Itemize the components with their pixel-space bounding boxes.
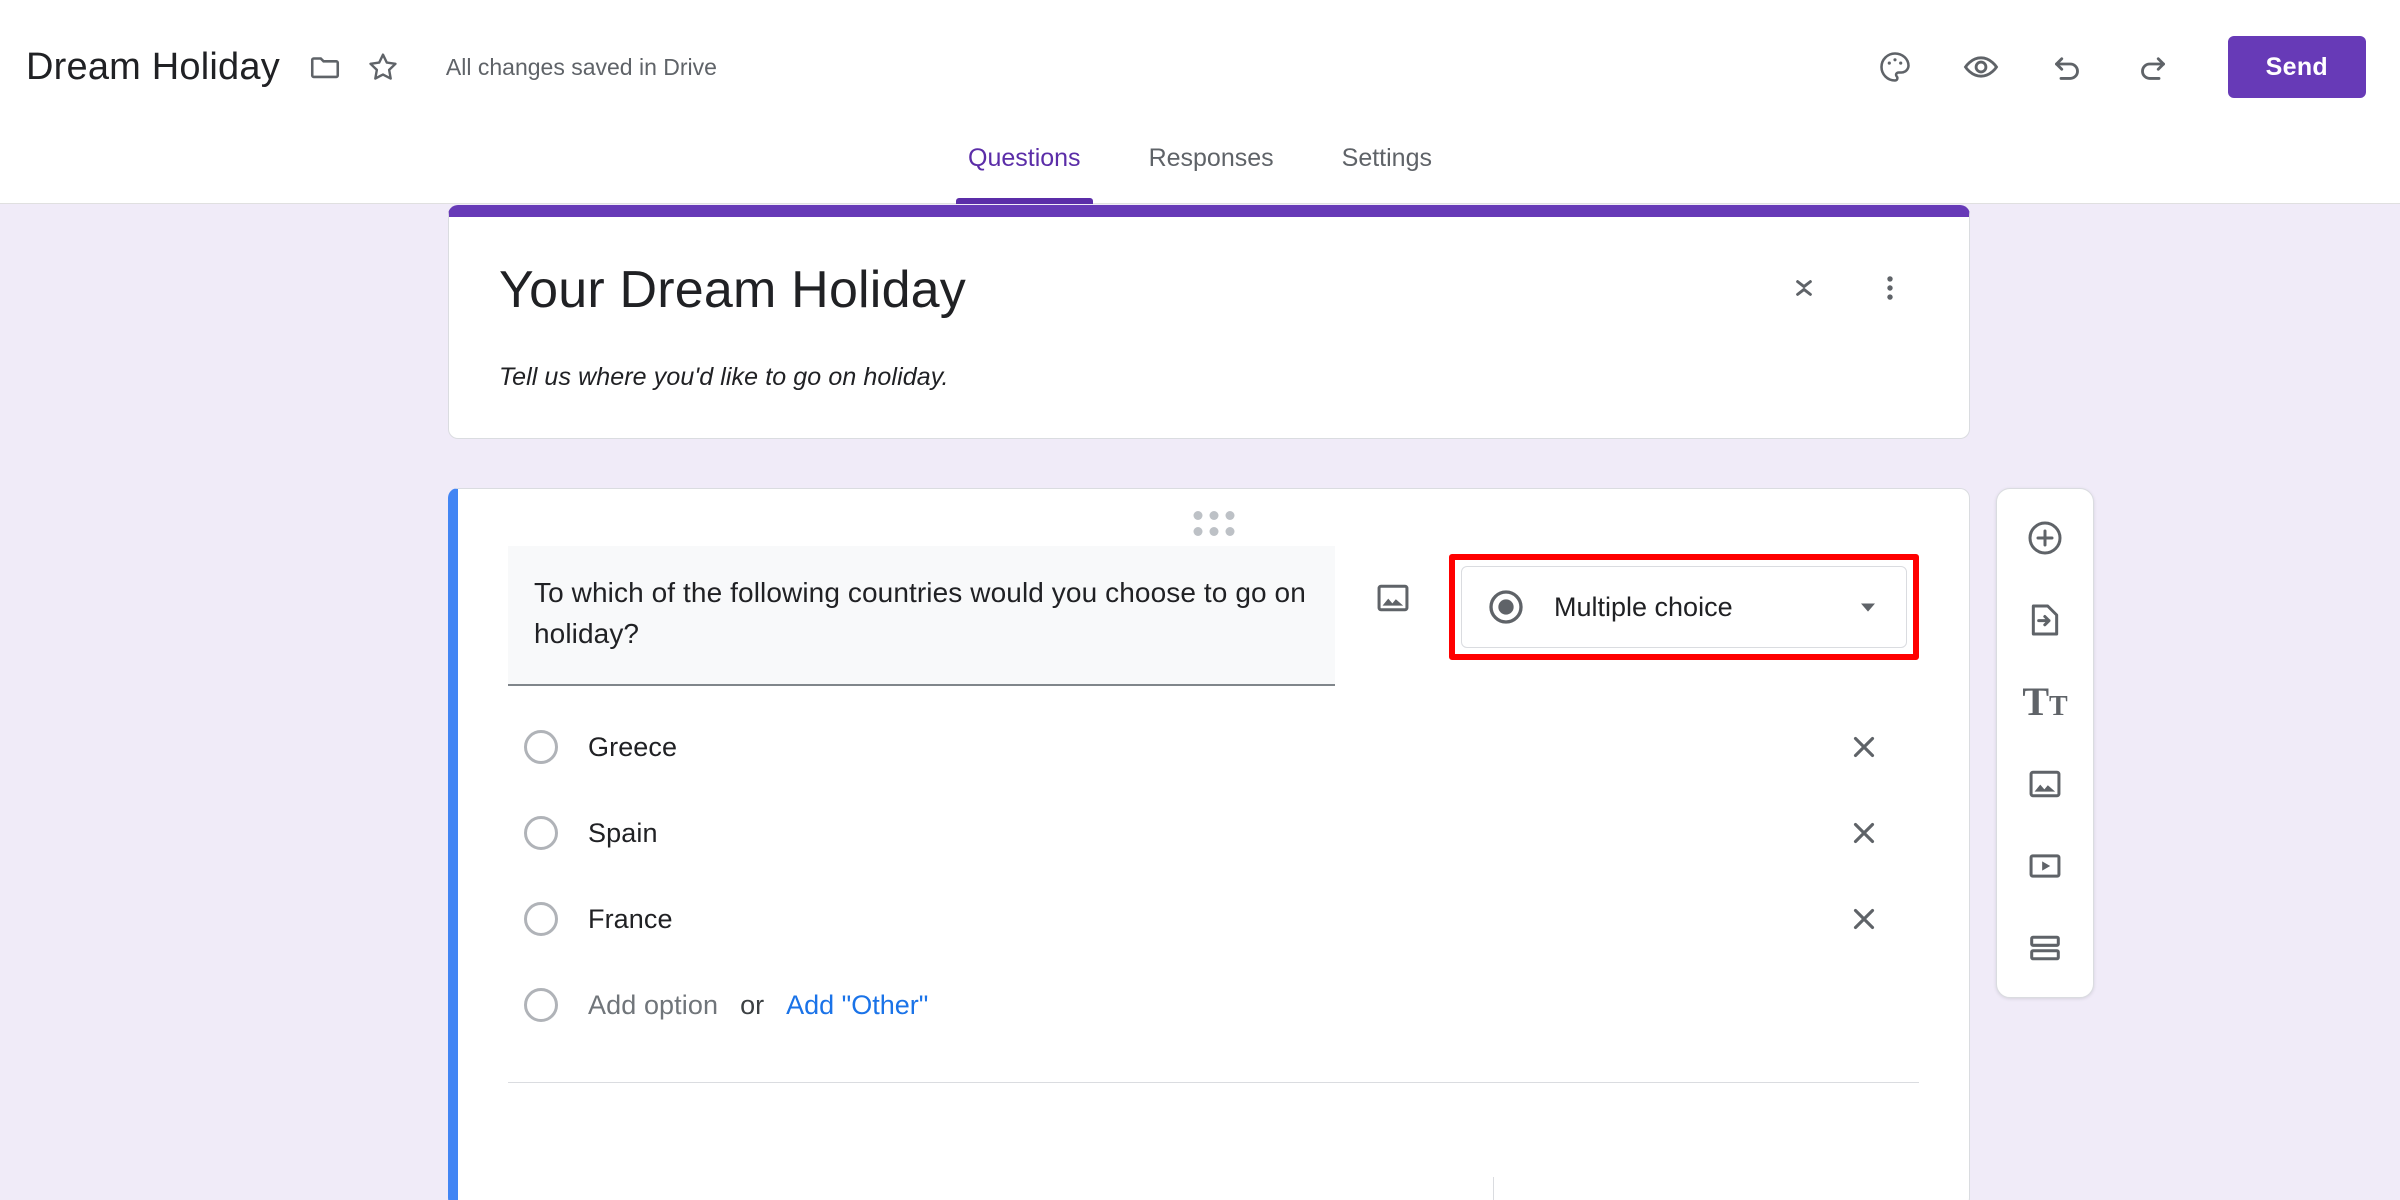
document-title[interactable]: Dream Holiday — [26, 46, 280, 89]
eye-icon[interactable] — [1952, 38, 2010, 96]
send-button[interactable]: Send — [2227, 36, 2366, 98]
question-footer-separator — [1493, 1177, 1494, 1200]
drag-handle-icon[interactable] — [1193, 511, 1234, 536]
tab-bar: Questions Responses Settings — [0, 134, 2400, 204]
question-type-dropdown[interactable]: Multiple choice — [1461, 566, 1907, 648]
question-card[interactable]: To which of the following countries woul… — [448, 488, 1970, 1200]
close-icon[interactable] — [1837, 806, 1891, 860]
undo-icon[interactable] — [2038, 38, 2096, 96]
option-label[interactable]: Spain — [588, 818, 658, 849]
form-header-card[interactable]: Your Dream Holiday Tell us where you'd l… — [448, 205, 1970, 440]
add-item-toolbar: TT — [1996, 488, 2094, 998]
tab-responses[interactable]: Responses — [1115, 134, 1308, 204]
forms-editor-app: Dream Holiday All changes saved in Drive — [0, 0, 2400, 1200]
form-header-actions — [1775, 259, 1919, 317]
form-canvas: Your Dream Holiday Tell us where you'd l… — [0, 205, 2400, 1200]
add-option-button[interactable]: Add option — [588, 990, 718, 1021]
add-section-icon[interactable] — [2014, 917, 2076, 979]
top-bar: Dream Holiday All changes saved in Drive — [0, 0, 2400, 134]
add-other-button[interactable]: Add "Other" — [786, 990, 928, 1021]
save-status: All changes saved in Drive — [445, 53, 717, 80]
question-footer-divider — [508, 1082, 1919, 1083]
top-bar-actions: Send — [1866, 36, 2366, 98]
question-text-input[interactable]: To which of the following countries woul… — [508, 546, 1335, 686]
collapse-icon[interactable] — [1775, 259, 1833, 317]
radio-circle-icon — [524, 816, 558, 850]
redo-icon[interactable] — [2124, 38, 2182, 96]
option-row[interactable]: France — [508, 876, 1919, 962]
close-icon[interactable] — [1837, 720, 1891, 774]
radio-circle-icon — [524, 988, 558, 1022]
tt-glyph: TT — [2022, 679, 2068, 724]
close-icon[interactable] — [1837, 892, 1891, 946]
question-type-highlight: Multiple choice — [1449, 554, 1919, 660]
folder-icon[interactable] — [296, 38, 354, 96]
add-question-icon[interactable] — [2014, 507, 2076, 569]
page-title[interactable]: Your Dream Holiday — [499, 259, 966, 321]
option-row[interactable]: Greece — [508, 704, 1919, 790]
palette-icon[interactable] — [1866, 38, 1924, 96]
option-label[interactable]: Greece — [588, 732, 677, 763]
radio-circle-icon — [524, 902, 558, 936]
option-label[interactable]: France — [588, 904, 673, 935]
add-title-description-icon[interactable]: TT — [2014, 671, 2076, 733]
radio-button-icon — [1486, 587, 1526, 627]
question-type-label: Multiple choice — [1554, 591, 1733, 622]
import-questions-icon[interactable] — [2014, 589, 2076, 651]
tab-questions[interactable]: Questions — [934, 134, 1115, 204]
more-vertical-icon[interactable] — [1861, 259, 1919, 317]
form-description[interactable]: Tell us where you'd like to go on holida… — [499, 363, 1919, 392]
add-option-or-text: or — [740, 989, 765, 1020]
star-icon[interactable] — [354, 38, 412, 96]
question-text: To which of the following countries woul… — [534, 577, 1306, 650]
form-header-row: Your Dream Holiday — [499, 259, 1919, 321]
add-image-icon[interactable] — [1363, 568, 1423, 628]
radio-circle-icon — [524, 730, 558, 764]
option-row[interactable]: Spain — [508, 790, 1919, 876]
chevron-down-icon — [1854, 593, 1882, 621]
tab-settings[interactable]: Settings — [1308, 134, 1466, 204]
add-video-icon[interactable] — [2014, 835, 2076, 897]
add-option-row[interactable]: Add option or Add "Other" — [508, 962, 1919, 1048]
answer-options: Greece Spain France Add option or Add "O… — [458, 686, 1969, 1048]
add-image-icon[interactable] — [2014, 753, 2076, 815]
